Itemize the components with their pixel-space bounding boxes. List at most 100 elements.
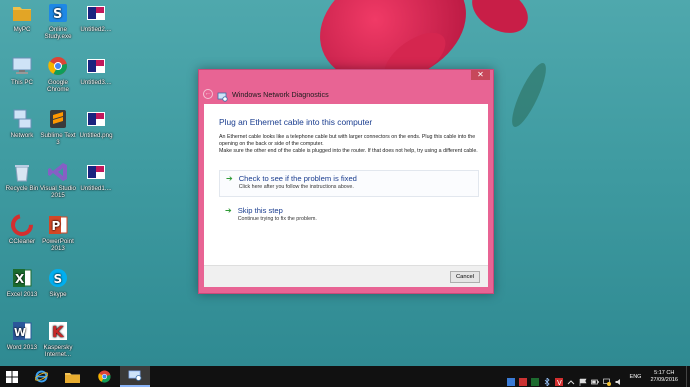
- image-icon: [85, 55, 107, 77]
- desktop-icon-label: Skype: [49, 291, 67, 298]
- desktop-icon-label: PowerPoint 2013: [42, 238, 74, 253]
- sublime-icon: [47, 108, 69, 130]
- desktop-icon-label: Untitled2....: [80, 26, 112, 33]
- desktop-icon[interactable]: Sublime Text 3: [38, 108, 78, 146]
- dialog-footer: Cancel: [204, 265, 488, 287]
- excel-icon: X: [11, 267, 33, 289]
- desktop-icon[interactable]: P PowerPoint 2013: [38, 214, 78, 252]
- desktop-icon-label: Visual Studio 2015: [39, 185, 76, 200]
- tray-app-icon[interactable]: V: [554, 373, 563, 387]
- description-text: An Ethernet cable looks like a telephone…: [219, 134, 478, 154]
- desktop-icon-label: MyPC: [13, 26, 31, 33]
- desktop-icon-label: Word 2013: [6, 344, 38, 351]
- svg-text:S: S: [53, 7, 62, 22]
- desktop-icon-label: Untitled3....: [80, 79, 112, 86]
- desktop-icon-label: Network: [10, 132, 34, 139]
- bluetooth-icon[interactable]: [543, 373, 551, 387]
- svg-text:V: V: [557, 379, 562, 386]
- desktop-icon[interactable]: This PC: [2, 55, 42, 86]
- chevron-up-icon[interactable]: [567, 373, 575, 384]
- desktop-icon[interactable]: Google Chrome: [38, 55, 78, 93]
- green-arrow-icon: ➔: [225, 206, 232, 215]
- network-diagnostics-taskbar-item[interactable]: [120, 366, 150, 387]
- option-title: Skip this step: [237, 206, 283, 215]
- ie-icon[interactable]: [28, 366, 54, 387]
- network-diagnostics-icon: [217, 89, 228, 102]
- desktop-icon[interactable]: Network: [2, 108, 42, 139]
- desktop-icon[interactable]: X Excel 2013: [2, 267, 42, 298]
- skip-step-option[interactable]: ➔ Skip this step Continue trying to fix …: [219, 203, 479, 230]
- clock-date: 27/09/2016: [650, 376, 678, 383]
- desktop-icon[interactable]: Untitled3....: [76, 55, 116, 86]
- check-fixed-option[interactable]: ➔ Check to see if the problem is fixed C…: [219, 170, 479, 197]
- desktop-icon-label: This PC: [10, 79, 33, 86]
- svg-text:W: W: [14, 326, 26, 339]
- app-icon: S: [47, 2, 69, 24]
- tray-app-icon[interactable]: [518, 373, 527, 386]
- tray-app-icon[interactable]: [506, 373, 515, 386]
- green-arrow-icon: ➔: [226, 174, 233, 183]
- desktop-icon[interactable]: Untitled2....: [76, 2, 116, 33]
- svg-text:P: P: [52, 219, 61, 233]
- desktop-icon-label: Online Study.exe: [44, 26, 72, 41]
- option-title: Check to see if the problem is fixed: [238, 174, 357, 183]
- cancel-button[interactable]: Cancel: [450, 271, 480, 283]
- image-icon: [85, 2, 107, 24]
- clock-time: 5:17 CH: [654, 369, 675, 376]
- desktop-icon[interactable]: W Word 2013: [2, 320, 42, 351]
- recycle-bin-icon: [11, 161, 33, 183]
- chrome-icon[interactable]: [90, 366, 118, 387]
- desktop-icon[interactable]: Untitled.png: [76, 108, 116, 139]
- desktop-icon-label: Sublime Text 3: [40, 132, 76, 147]
- dialog-description: An Ethernet cable looks like a telephone…: [219, 134, 481, 155]
- dialog-title: Windows Network Diagnostics: [232, 89, 329, 99]
- wallpaper-leaf: [506, 59, 552, 131]
- start-icon[interactable]: [0, 366, 24, 387]
- computer-icon: [11, 55, 33, 77]
- skype-icon: S: [47, 267, 69, 289]
- image-icon: [85, 161, 107, 183]
- system-tray: V ENG 5:17 CH 27/09/2016: [505, 366, 690, 387]
- option-subtitle: Click here after you follow the instruct…: [238, 184, 354, 190]
- option-subtitle: Continue trying to fix the problem.: [237, 216, 317, 222]
- taskbar: V ENG 5:17 CH 27/09/2016: [0, 366, 690, 387]
- desktop-icon[interactable]: Visual Studio 2015: [38, 161, 78, 199]
- tray-app-icon[interactable]: [530, 373, 539, 386]
- volume-icon[interactable]: [615, 373, 623, 385]
- word-icon: W: [11, 320, 33, 342]
- kaspersky-icon: K: [47, 320, 69, 342]
- back-arrow-icon[interactable]: ←: [203, 89, 213, 99]
- dialog-heading: Plug an Ethernet cable into this compute…: [219, 117, 373, 127]
- svg-text:X: X: [15, 272, 25, 286]
- battery-icon[interactable]: [590, 373, 599, 384]
- svg-text:K: K: [52, 323, 65, 341]
- visual-studio-icon: [47, 161, 69, 183]
- close-button[interactable]: ✕: [471, 70, 490, 80]
- desktop-icon[interactable]: MyPC: [2, 2, 42, 33]
- desktop-icon[interactable]: Untitled1....: [76, 161, 116, 192]
- dialog-nav-row: ← Windows Network Diagnostics: [203, 86, 489, 102]
- svg-text:S: S: [54, 272, 63, 286]
- desktop-icon-label: Excel 2013: [6, 291, 38, 298]
- desktop-icon[interactable]: K Kaspersky Internet...: [38, 320, 78, 358]
- desktop-icon-label: Untitled.png: [79, 132, 113, 139]
- desktop-icon-label: Untitled1....: [80, 185, 112, 192]
- desktop-icon[interactable]: CCleaner: [2, 214, 42, 245]
- desktop-icon-label: CCleaner: [8, 238, 36, 245]
- chrome-icon: [47, 55, 69, 77]
- network-warning-icon[interactable]: [602, 373, 611, 386]
- desktop-icon-label: Kaspersky Internet...: [43, 344, 73, 359]
- desktop-icon-label: Google Chrome: [46, 79, 69, 94]
- clock[interactable]: 5:17 CH 27/09/2016: [650, 370, 678, 384]
- desktop-icon[interactable]: Recycle Bin: [2, 161, 42, 192]
- desktop-icon[interactable]: S Skype: [38, 267, 78, 298]
- powerpoint-icon: P: [47, 214, 69, 236]
- show-desktop-button[interactable]: [686, 366, 690, 387]
- desktop-icon[interactable]: S Online Study.exe: [38, 2, 78, 40]
- folder-icon: [11, 2, 33, 24]
- file-explorer-icon[interactable]: [58, 366, 86, 387]
- flag-icon[interactable]: [579, 373, 587, 386]
- dialog-content: Plug an Ethernet cable into this compute…: [204, 104, 488, 287]
- title-bar[interactable]: [199, 70, 493, 82]
- language-indicator[interactable]: ENG: [630, 374, 642, 380]
